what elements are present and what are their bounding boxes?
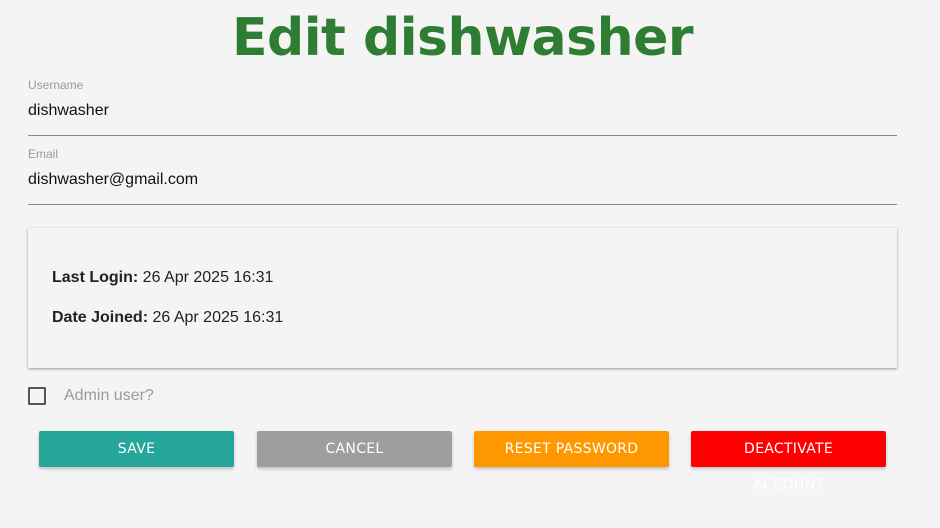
deactivate-account-button[interactable]: DEACTIVATE ACCOUNT [691,431,886,493]
edit-user-page: Edit dishwasher Username Email Last Logi… [0,0,940,528]
page-title: Edit dishwasher [231,8,694,68]
username-field: Username [28,78,897,136]
date-joined-row: Date Joined: 26 Apr 2025 16:31 [52,309,283,327]
username-input[interactable] [28,102,897,120]
email-field: Email [28,147,897,205]
deactivate-label-line1: DEACTIVATE [744,441,833,457]
admin-user-checkbox[interactable] [28,387,46,405]
date-joined-label: Date Joined: [52,309,149,326]
last-login-row: Last Login: 26 Apr 2025 16:31 [52,269,273,287]
admin-user-row: Admin user? [28,387,154,405]
last-login-value: 26 Apr 2025 16:31 [142,269,274,286]
admin-user-label: Admin user? [64,387,154,404]
email-label: Email [28,147,59,161]
date-joined-value: 26 Apr 2025 16:31 [152,309,284,326]
username-label: Username [28,78,84,92]
email-input[interactable] [28,171,897,189]
account-info-card: Last Login: 26 Apr 2025 16:31 Date Joine… [28,228,897,368]
last-login-label: Last Login: [52,269,139,286]
cancel-button[interactable]: CANCEL [257,431,452,467]
deactivate-label-line2: ACCOUNT [752,477,825,493]
save-button[interactable]: SAVE [39,431,234,467]
reset-password-button[interactable]: RESET PASSWORD [474,431,669,467]
